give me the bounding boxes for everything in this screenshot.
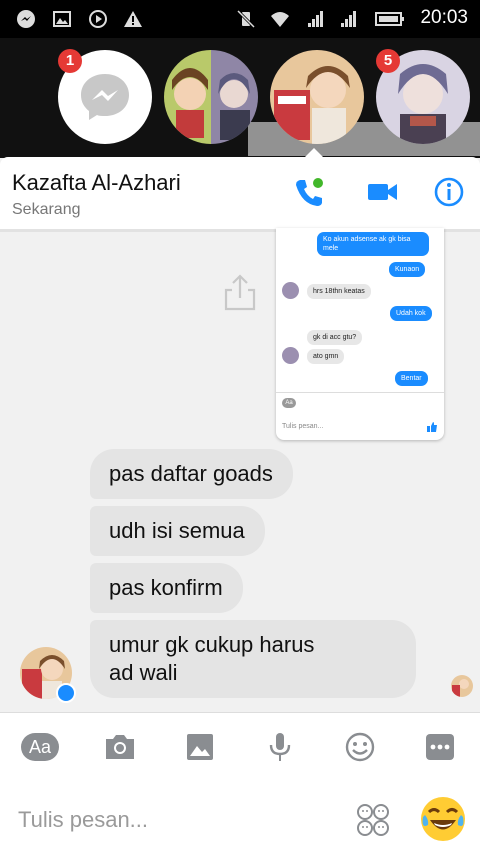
mini-avatar — [282, 282, 299, 299]
mini-message-in: ato gmn — [307, 349, 345, 364]
message-bubble-in[interactable]: pas daftar goads — [90, 449, 293, 499]
message-bubble-in[interactable]: umur gk cukup harus ad wali — [90, 620, 416, 698]
aa-label: Aa — [21, 733, 59, 761]
share-icon[interactable] — [222, 272, 258, 312]
contact-name[interactable]: Kazafta Al-Azhari — [12, 170, 181, 196]
messenger-badge-icon — [56, 683, 76, 703]
conversation-header: Kazafta Al-Azhari Sekarang — [0, 157, 480, 229]
info-icon[interactable] — [432, 175, 466, 209]
image-icon — [53, 11, 71, 27]
play-icon — [89, 10, 107, 28]
wifi-icon — [271, 12, 289, 27]
mini-message-out: Bentar — [395, 371, 428, 386]
mini-aa-button: Aa — [282, 398, 296, 408]
seen-avatar-icon — [451, 675, 473, 697]
mini-message-in: hrs 18thn keatas — [307, 284, 371, 299]
camera-icon[interactable] — [100, 732, 140, 762]
group-avatar-icon — [164, 50, 258, 144]
battery-icon — [375, 12, 404, 26]
clock: 20:03 — [420, 7, 468, 28]
quick-reaction-laughing-emoji-icon[interactable] — [419, 795, 467, 843]
message-input[interactable]: Tulis pesan... — [18, 807, 148, 833]
mini-like-icon — [427, 422, 437, 432]
message-bubble-in[interactable]: udh isi semua — [90, 506, 265, 556]
gallery-icon[interactable] — [180, 732, 220, 762]
warning-icon — [124, 11, 142, 27]
message-bubble-in[interactable]: pas konfirm — [90, 563, 243, 613]
text-format-button[interactable]: Aa — [20, 732, 60, 762]
mini-message-out: Ko akun adsense ak gk bisa mele — [317, 232, 429, 256]
sticker-icon[interactable] — [356, 803, 390, 837]
chat-head-group[interactable] — [164, 50, 258, 144]
status-bar: 20:03 — [0, 0, 480, 38]
seen-indicator-avatar — [451, 675, 473, 697]
active-status: Sekarang — [12, 201, 81, 218]
emoji-icon[interactable] — [340, 732, 380, 762]
messenger-icon — [17, 10, 35, 28]
message-composer: Aa Tulis pesan... — [0, 712, 480, 855]
signal-icon — [308, 11, 323, 27]
mini-message-out: Kunaon — [389, 262, 426, 277]
chat-head-active[interactable] — [270, 50, 364, 144]
unread-badge: 1 — [58, 49, 82, 73]
mini-avatar — [282, 347, 299, 364]
unread-badge: 5 — [376, 49, 400, 73]
mini-divider — [276, 392, 444, 393]
more-options-icon[interactable] — [420, 732, 460, 762]
mini-input-placeholder: Tulis pesan... — [282, 423, 324, 430]
signal-icon — [341, 11, 356, 27]
shared-screenshot-image[interactable]: Ko akun adsense ak gk bisa mele Kunaon h… — [276, 228, 444, 440]
microphone-icon[interactable] — [260, 732, 300, 762]
mute-vibrate-icon — [236, 9, 256, 29]
phone-call-icon[interactable] — [292, 175, 326, 209]
mini-message-in: gk di acc gtu? — [307, 330, 363, 345]
mini-message-out: Udah kok — [390, 306, 432, 321]
video-call-icon[interactable] — [366, 175, 400, 209]
active-contact-avatar-icon — [270, 50, 364, 144]
